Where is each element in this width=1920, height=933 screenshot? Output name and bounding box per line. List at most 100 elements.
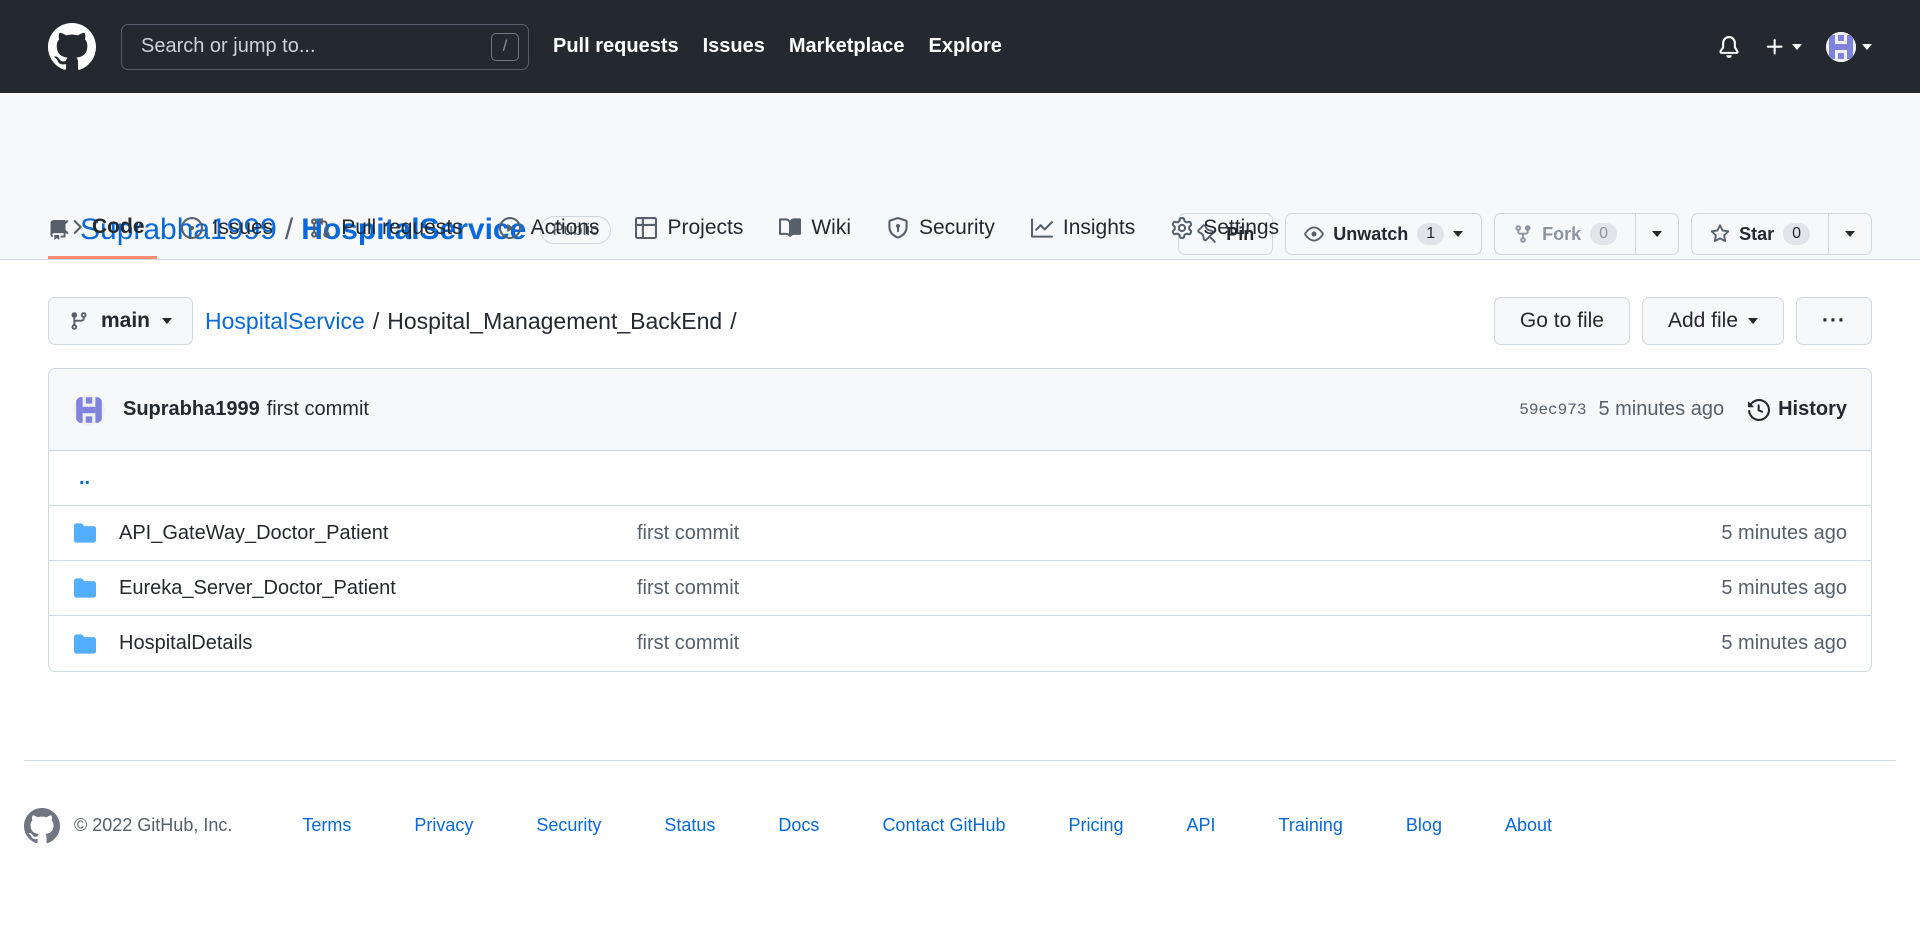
- commit-sha-link[interactable]: 59ec973: [1519, 401, 1586, 419]
- star-count: 0: [1783, 223, 1810, 245]
- add-file-button[interactable]: Add file: [1641, 297, 1785, 345]
- kebab-horizontal-icon: ···: [1822, 309, 1846, 332]
- more-options-button[interactable]: ···: [1796, 297, 1872, 345]
- footer-link-blog[interactable]: Blog: [1406, 815, 1442, 836]
- row-commit-message[interactable]: first commit: [637, 577, 1721, 600]
- row-commit-age: 5 minutes ago: [1721, 521, 1847, 544]
- breadcrumb-root-link[interactable]: HospitalService: [205, 308, 365, 335]
- chevron-down-icon: [1862, 43, 1872, 50]
- slash-shortcut-hint: /: [491, 32, 519, 61]
- copyright-text: © 2022 GitHub, Inc.: [74, 815, 233, 835]
- folder-icon: [74, 578, 96, 598]
- branch-selector[interactable]: main: [48, 297, 194, 345]
- search-input[interactable]: Search or jump to... /: [121, 23, 529, 70]
- footer-link-training[interactable]: Training: [1279, 815, 1343, 836]
- avatar[interactable]: [73, 393, 105, 426]
- user-menu[interactable]: [1826, 31, 1872, 62]
- star-button-group: Star 0: [1691, 213, 1872, 255]
- chevron-down-icon: [1792, 43, 1802, 50]
- shield-icon: [888, 217, 908, 239]
- file-row: API_GateWay_Doctor_Patient first commit …: [49, 506, 1871, 561]
- commit-author-link[interactable]: Suprabha1999: [123, 398, 260, 421]
- footer-copyright: © 2022 GitHub, Inc.: [24, 807, 233, 844]
- fork-button-group: Fork 0: [1494, 213, 1680, 255]
- nav-pull-requests[interactable]: Pull requests: [553, 35, 679, 58]
- go-to-file-button[interactable]: Go to file: [1493, 297, 1630, 345]
- folder-icon: [74, 633, 96, 654]
- graph-icon: [1030, 218, 1053, 238]
- fork-dropdown[interactable]: [1635, 214, 1678, 254]
- folder-link[interactable]: Eureka_Server_Doctor_Patient: [119, 577, 396, 600]
- site-footer: © 2022 GitHub, Inc. Terms Privacy Securi…: [24, 760, 1896, 880]
- watch-button[interactable]: Unwatch 1: [1285, 213, 1483, 255]
- breadcrumb-separator: /: [730, 307, 737, 334]
- chevron-down-icon: [162, 318, 173, 324]
- table-icon: [635, 217, 658, 239]
- folder-link[interactable]: API_GateWay_Doctor_Patient: [119, 522, 388, 545]
- footer-link-privacy[interactable]: Privacy: [414, 815, 473, 836]
- file-row: HospitalDetails first commit 5 minutes a…: [49, 616, 1871, 671]
- bell-icon[interactable]: [1718, 35, 1740, 59]
- star-button[interactable]: Star 0: [1692, 214, 1828, 254]
- footer-link-pricing[interactable]: Pricing: [1069, 815, 1124, 836]
- footer-link-status[interactable]: Status: [664, 815, 715, 836]
- tab-code[interactable]: Code: [48, 197, 157, 259]
- github-logo-icon[interactable]: [48, 22, 96, 71]
- tab-projects[interactable]: Projects: [623, 197, 755, 259]
- watch-label: Unwatch: [1333, 223, 1409, 244]
- play-icon: [498, 217, 521, 239]
- footer-link-security[interactable]: Security: [536, 815, 601, 836]
- parent-directory-link[interactable]: ..: [49, 451, 1871, 506]
- tab-label: Actions: [530, 216, 600, 239]
- nav-marketplace[interactable]: Marketplace: [789, 35, 905, 58]
- tab-security[interactable]: Security: [875, 197, 1007, 259]
- file-navigation: main HospitalService / Hospital_Manageme…: [48, 296, 1872, 346]
- row-commit-message[interactable]: first commit: [637, 522, 1721, 545]
- commit-meta: 59ec973 5 minutes ago History: [1519, 398, 1847, 421]
- tab-settings[interactable]: Settings: [1159, 197, 1291, 259]
- file-browser: main HospitalService / Hospital_Manageme…: [0, 260, 1920, 720]
- commit-message-link[interactable]: first commit: [267, 398, 369, 421]
- footer-link-api[interactable]: API: [1187, 815, 1216, 836]
- watch-count: 1: [1417, 223, 1445, 245]
- tab-insights[interactable]: Insights: [1019, 197, 1147, 259]
- footer-link-terms[interactable]: Terms: [302, 815, 351, 836]
- star-dropdown[interactable]: [1828, 214, 1871, 254]
- row-commit-message[interactable]: first commit: [637, 632, 1721, 655]
- tab-wiki[interactable]: Wiki: [767, 197, 863, 259]
- tab-actions[interactable]: Actions: [487, 197, 612, 259]
- tab-label: Insights: [1062, 216, 1136, 239]
- tab-issues[interactable]: Issues: [169, 197, 286, 259]
- footer-link-docs[interactable]: Docs: [778, 815, 819, 836]
- branch-icon: [71, 312, 87, 330]
- folder-link[interactable]: HospitalDetails: [119, 632, 252, 655]
- file-list: Suprabha1999 first commit 59ec973 5 minu…: [48, 368, 1872, 672]
- branch-name: main: [101, 309, 151, 332]
- footer-link-contact[interactable]: Contact GitHub: [882, 815, 1005, 836]
- tab-label: Security: [919, 216, 995, 239]
- fork-button[interactable]: Fork 0: [1495, 214, 1635, 254]
- breadcrumb-current: Hospital_Management_BackEnd: [387, 307, 723, 334]
- issue-icon: [180, 217, 203, 239]
- create-new-menu[interactable]: [1764, 36, 1802, 58]
- plus-icon: [1766, 38, 1783, 55]
- nav-issues[interactable]: Issues: [703, 35, 765, 58]
- chevron-down-icon: [1652, 231, 1663, 237]
- tab-pull-requests[interactable]: Pull requests: [297, 197, 474, 259]
- github-mark-icon[interactable]: [24, 807, 60, 844]
- tab-label: Issues: [212, 216, 274, 239]
- breadcrumb: HospitalService / Hospital_Management_Ba…: [205, 308, 737, 335]
- history-link[interactable]: History: [1748, 398, 1847, 421]
- add-file-label: Add file: [1667, 309, 1739, 332]
- tab-label: Pull requests: [341, 216, 463, 239]
- file-row: Eureka_Server_Doctor_Patient first commi…: [49, 561, 1871, 616]
- eye-icon: [1304, 226, 1325, 242]
- footer-link-about[interactable]: About: [1505, 815, 1552, 836]
- star-label: Star: [1739, 223, 1775, 244]
- row-commit-age: 5 minutes ago: [1721, 576, 1847, 599]
- commit-age: 5 minutes ago: [1598, 398, 1725, 420]
- header-actions: [1718, 31, 1872, 62]
- repo-tabs: Code Issues Pull requests Actions Projec…: [48, 197, 1303, 259]
- repo-header: Suprabha1999 / HospitalService Public Pi…: [0, 93, 1920, 260]
- nav-explore[interactable]: Explore: [929, 35, 1002, 58]
